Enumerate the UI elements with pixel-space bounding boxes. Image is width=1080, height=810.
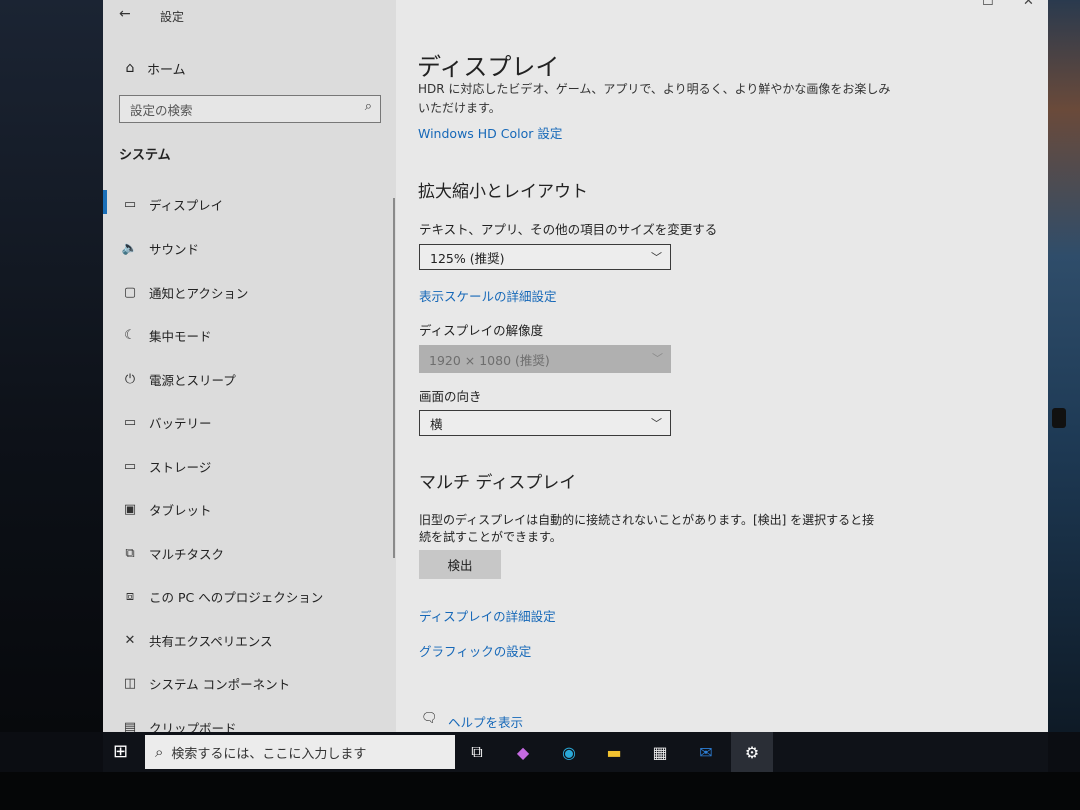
graphics-settings-link[interactable]: グラフィックの設定 bbox=[419, 641, 531, 660]
store-icon[interactable]: ▦ bbox=[648, 740, 672, 764]
maximize-button[interactable]: ☐ bbox=[982, 0, 994, 9]
settings-icon[interactable]: ⚙ bbox=[740, 740, 764, 764]
start-button-windows-icon[interactable]: ⊞ bbox=[113, 741, 128, 762]
sidebar-item-label: 通知とアクション bbox=[149, 285, 249, 301]
page-title: ディスプレイ bbox=[417, 53, 560, 81]
minimize-button[interactable]: — bbox=[942, 0, 955, 7]
sidebar-item-label: バッテリー bbox=[149, 415, 212, 431]
sidebar-item-display[interactable]: ▭ ディスプレイ bbox=[119, 189, 389, 219]
sidebar-item-label: ストレージ bbox=[149, 459, 212, 475]
help-icon: 🗨 bbox=[421, 711, 438, 726]
monitor-icon: ▭ bbox=[123, 196, 137, 212]
resolution-dropdown[interactable]: 1920 × 1080 (推奨) ﹀ bbox=[419, 345, 671, 373]
sidebar-item-multitask[interactable]: ⧉ マルチタスク bbox=[119, 538, 389, 568]
window-title: 設定 bbox=[160, 10, 185, 24]
sidebar-item-power[interactable]: ⏻ 電源とスリープ bbox=[119, 364, 389, 394]
scale-dropdown[interactable]: 125% (推奨) ﹀ bbox=[419, 244, 671, 270]
settings-search-input[interactable]: 設定の検索 ⌕ bbox=[119, 95, 381, 123]
chevron-down-icon: ﹀ bbox=[651, 417, 662, 430]
search-icon: ⌕ bbox=[155, 743, 164, 761]
sidebar-item-label: 共有エクスペリエンス bbox=[149, 633, 273, 649]
sidebar-item-label: ディスプレイ bbox=[149, 197, 224, 213]
scale-section-title: 拡大縮小とレイアウト bbox=[418, 182, 588, 202]
multitask-icon: ⧉ bbox=[125, 545, 135, 561]
sidebar-item-sound[interactable]: 🔈 サウンド bbox=[119, 233, 389, 263]
clipboard-icon: ▤ bbox=[123, 719, 137, 733]
projection-icon: ⧈ bbox=[125, 588, 135, 604]
back-arrow-icon[interactable]: ← bbox=[119, 6, 131, 22]
sidebar-item-label: この PC へのプロジェクション bbox=[149, 589, 324, 605]
notification-icon: ▢ bbox=[123, 284, 137, 300]
taskbar-search-box[interactable]: ⌕ 検索するには、ここに入力します bbox=[145, 735, 455, 769]
multi-display-description-line2: 続を試すことができます。 bbox=[419, 530, 562, 544]
photo-backdrop-left bbox=[0, 0, 103, 732]
sidebar-item-focus[interactable]: ☾ 集中モード bbox=[119, 320, 389, 350]
home-label: ホーム bbox=[147, 62, 186, 78]
hdr-color-link[interactable]: Windows HD Color 設定 bbox=[418, 123, 562, 142]
orientation-value: 横 bbox=[430, 416, 443, 432]
chevron-down-icon: ﹀ bbox=[651, 251, 662, 264]
hdr-description-line1: HDR に対応したビデオ、ゲーム、アプリで、より明るく、より鮮やかな画像をお楽し… bbox=[418, 82, 891, 96]
storage-icon: ▭ bbox=[123, 458, 137, 474]
file-explorer-icon[interactable]: ▬ bbox=[602, 740, 626, 764]
resolution-label: ディスプレイの解像度 bbox=[419, 323, 544, 338]
hdr-description-line2: いただけます。 bbox=[418, 101, 501, 115]
close-button[interactable]: ✕ bbox=[1023, 0, 1034, 9]
edge-icon[interactable]: ◉ bbox=[557, 740, 581, 764]
power-icon: ⏻ bbox=[124, 371, 136, 387]
detect-button-label: 検出 bbox=[447, 558, 473, 573]
copilot-icon[interactable]: ◆ bbox=[511, 740, 535, 764]
home-link[interactable]: ⌂ ホーム bbox=[119, 57, 186, 79]
scale-label: テキスト、アプリ、その他の項目のサイズを変更する bbox=[419, 222, 718, 237]
sidebar-item-shared[interactable]: ✕ 共有エクスペリエンス bbox=[119, 625, 389, 655]
sidebar: ← 設定 ⌂ ホーム 設定の検索 ⌕ システム ▭ ディスプレイ 🔈 サウンド ▢ 通… bbox=[103, 0, 396, 732]
orientation-label: 画面の向き bbox=[419, 389, 482, 404]
advanced-display-link[interactable]: ディスプレイの詳細設定 bbox=[419, 606, 556, 625]
orientation-dropdown[interactable]: 横 ﹀ bbox=[419, 410, 671, 436]
share-icon: ✕ bbox=[124, 632, 136, 648]
chevron-down-icon: ﹀ bbox=[652, 352, 663, 365]
advanced-scale-link[interactable]: 表示スケールの詳細設定 bbox=[419, 286, 557, 305]
sidebar-item-label: サウンド bbox=[149, 241, 200, 257]
moon-icon: ☾ bbox=[124, 327, 136, 343]
backdrop-object bbox=[1052, 408, 1066, 428]
taskbar-search-placeholder: 検索するには、ここに入力します bbox=[171, 746, 367, 762]
scale-value: 125% (推奨) bbox=[430, 250, 505, 266]
monitor-bezel-bottom bbox=[0, 772, 1080, 810]
sidebar-scrollbar[interactable] bbox=[393, 198, 395, 558]
outlook-icon[interactable]: ✉ bbox=[694, 740, 718, 764]
components-icon: ◫ bbox=[123, 675, 137, 691]
photo-backdrop-right bbox=[1048, 0, 1080, 732]
search-placeholder: 設定の検索 bbox=[130, 102, 193, 118]
sidebar-item-label: 集中モード bbox=[149, 328, 212, 344]
sidebar-item-label: クリップボード bbox=[149, 720, 237, 733]
sidebar-item-label: システム コンポーネント bbox=[149, 676, 291, 692]
settings-window: ← 設定 ⌂ ホーム 設定の検索 ⌕ システム ▭ ディスプレイ 🔈 サウンド ▢ 通… bbox=[103, 0, 1048, 732]
search-icon: ⌕ bbox=[364, 99, 372, 114]
taskbar: ⊞ ⌕ 検索するには、ここに入力します ⧉ ◆ ◉ ▬ ▦ ✉ ⚙ bbox=[103, 732, 1048, 772]
resolution-value: 1920 × 1080 (推奨) bbox=[429, 352, 550, 368]
sidebar-item-label: タブレット bbox=[149, 502, 212, 518]
sidebar-item-projection[interactable]: ⧈ この PC へのプロジェクション bbox=[119, 581, 389, 611]
sidebar-item-notifications[interactable]: ▢ 通知とアクション bbox=[119, 277, 389, 307]
multi-display-section-title: マルチ ディスプレイ bbox=[419, 473, 577, 493]
tablet-icon: ▣ bbox=[123, 501, 137, 517]
speaker-icon: 🔈 bbox=[121, 240, 139, 256]
sidebar-item-components[interactable]: ◫ システム コンポーネント bbox=[119, 668, 389, 698]
detect-button[interactable]: 検出 bbox=[419, 550, 501, 579]
home-icon: ⌂ bbox=[125, 60, 135, 76]
sidebar-item-label: マルチタスク bbox=[149, 546, 225, 562]
selection-indicator bbox=[103, 190, 107, 214]
multi-display-description-line1: 旧型のディスプレイは自動的に接続されないことがあります。[検出] を選択すると接 bbox=[419, 513, 875, 527]
sidebar-item-storage[interactable]: ▭ ストレージ bbox=[119, 451, 389, 481]
sidebar-item-battery[interactable]: ▭ バッテリー bbox=[119, 407, 389, 437]
battery-icon: ▭ bbox=[123, 414, 137, 430]
sidebar-item-clipboard[interactable]: ▤ クリップボード bbox=[119, 712, 389, 733]
help-link[interactable]: ヘルプを表示 bbox=[448, 712, 523, 731]
sidebar-item-tablet[interactable]: ▣ タブレット bbox=[119, 494, 389, 524]
section-title: システム bbox=[119, 148, 171, 163]
task-view-icon[interactable]: ⧉ bbox=[465, 740, 489, 764]
sidebar-item-label: 電源とスリープ bbox=[149, 372, 236, 388]
content-pane: — ☐ ✕ ディスプレイ HDR に対応したビデオ、ゲーム、アプリで、より明るく… bbox=[396, 0, 1048, 732]
